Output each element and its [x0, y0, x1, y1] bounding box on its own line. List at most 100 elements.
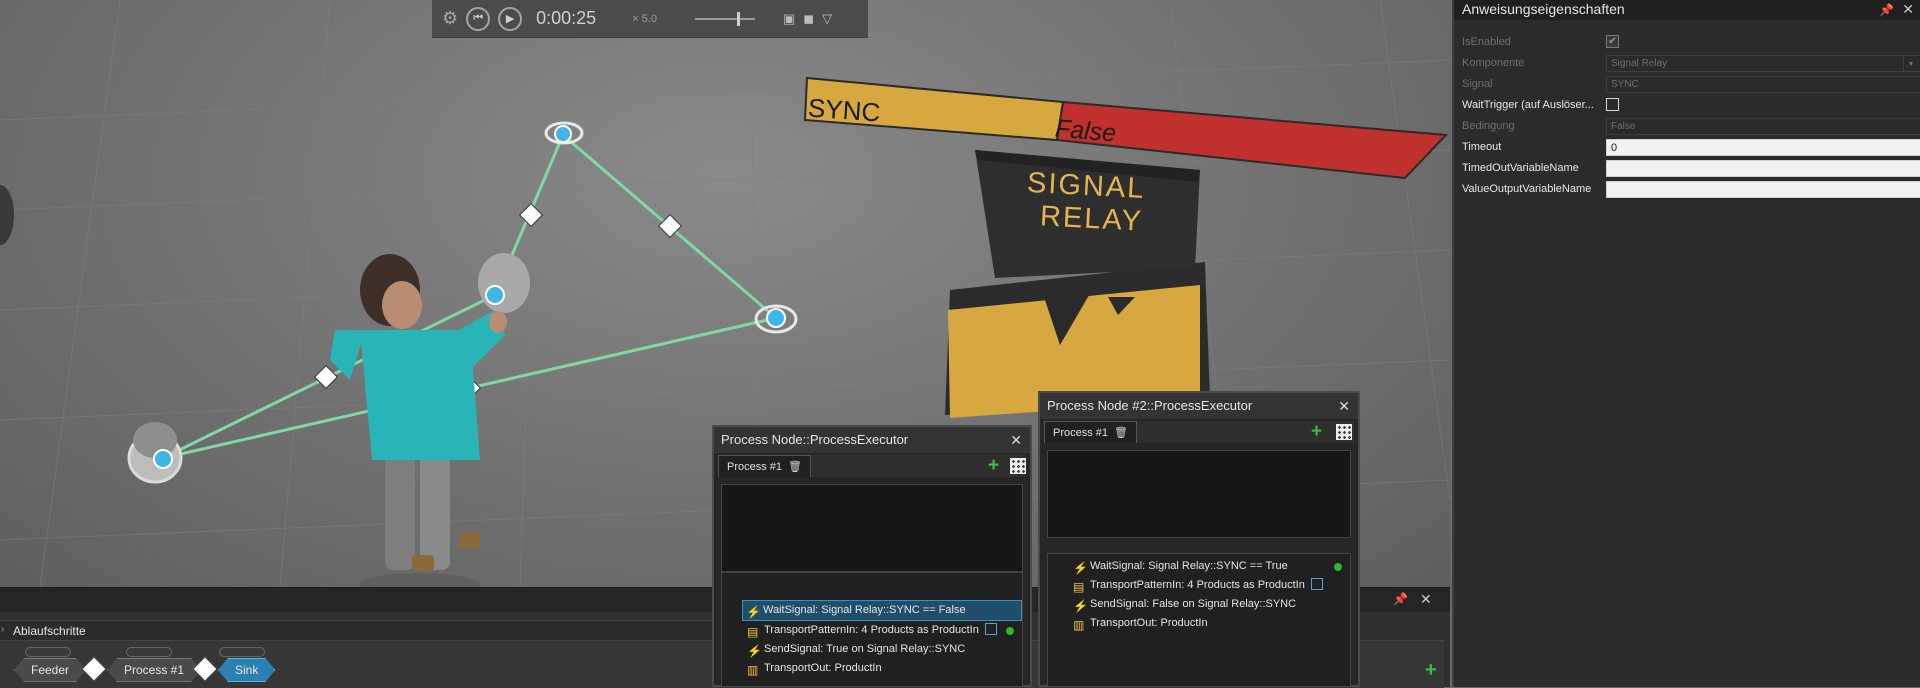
- tab-label: Process #1: [727, 461, 783, 473]
- process-blank-area: [1047, 450, 1351, 538]
- sync-banner-left-text: SYNC: [807, 92, 882, 128]
- window-title-bar[interactable]: Process Node::ProcessExecutor ✕: [714, 427, 1030, 453]
- status-dot-icon: [1334, 563, 1342, 571]
- operator-figure: [330, 254, 507, 587]
- process-step-item[interactable]: ⚡ SendSignal: False on Signal Relay::SYNC: [1048, 595, 1350, 614]
- property-row: TimedOutVariableName: [1454, 158, 1920, 179]
- trash-icon[interactable]: 🗑: [788, 461, 802, 473]
- window-title: Process Node::ProcessExecutor: [721, 432, 909, 447]
- transport-step-icon[interactable]: [81, 656, 107, 682]
- step-handle[interactable]: [219, 647, 265, 657]
- transport-out-icon: ▥: [747, 663, 759, 677]
- status-dot-icon: [1006, 627, 1014, 635]
- edit-pattern-icon[interactable]: [984, 623, 997, 635]
- signal-relay-label-2: RELAY: [1039, 200, 1144, 238]
- process-step-item[interactable]: ⚡ SendSignal: True on Signal Relay::SYNC: [722, 640, 1022, 659]
- grid-icon[interactable]: [1336, 424, 1352, 440]
- property-value-field[interactable]: [1606, 160, 1920, 177]
- process-step-list: ⚡ WaitSignal: Signal Relay::SYNC == False…: [721, 572, 1023, 687]
- process-executor-window-2: Process Node #2::ProcessExecutor ✕ Proce…: [1038, 391, 1360, 687]
- pin-icon[interactable]: 📌: [1393, 592, 1408, 606]
- add-process-button[interactable]: +: [988, 455, 999, 477]
- property-label: WaitTrigger (auf Auslöser...: [1462, 99, 1594, 111]
- sync-banner-right-text: False: [1053, 114, 1118, 148]
- property-row: WaitTrigger (auf Auslöser...: [1454, 95, 1920, 116]
- sequence-tab[interactable]: › Ablaufschritte: [0, 620, 712, 641]
- properties-panel: Anweisungseigenschaften 📌 ✕ IsEnabled ✔ Ko…: [1452, 0, 1920, 687]
- edit-pattern-icon[interactable]: [1310, 578, 1323, 590]
- close-icon[interactable]: ✕: [1338, 393, 1350, 419]
- playback-time: 0:00:25: [536, 8, 597, 28]
- property-value-field[interactable]: False: [1606, 118, 1920, 135]
- property-row: ValueOutputVariableName: [1454, 179, 1920, 200]
- image-capture-icon[interactable]: ▣: [783, 11, 795, 27]
- render-icon[interactable]: ▽: [822, 11, 832, 27]
- offscreen-object: [0, 185, 14, 245]
- process-step-label: SendSignal: False on Signal Relay::SYNC: [1090, 598, 1297, 610]
- process-step-label: TransportPatternIn: 4 Products as Produc…: [1090, 579, 1305, 591]
- property-label: Komponente: [1462, 57, 1525, 69]
- property-value: SYNC: [1611, 79, 1639, 90]
- transport-step-icon[interactable]: [192, 656, 218, 682]
- window-title: Process Node #2::ProcessExecutor: [1047, 398, 1253, 413]
- property-row: Signal SYNC: [1454, 74, 1920, 95]
- process-step-label: WaitSignal: Signal Relay::SYNC == False: [763, 604, 966, 616]
- property-label: Timeout: [1462, 141, 1502, 153]
- step-feeder[interactable]: Feeder: [14, 658, 86, 682]
- sink-node: [544, 121, 584, 145]
- step-handle[interactable]: [25, 647, 71, 657]
- process-step-item[interactable]: ⚡ WaitSignal: Signal Relay::SYNC == True: [1048, 557, 1350, 576]
- rewind-button[interactable]: ⏮: [466, 6, 491, 31]
- step-process-1[interactable]: Process #1: [107, 658, 201, 682]
- property-row: Bedingung False: [1454, 116, 1920, 137]
- play-button[interactable]: ▶: [498, 6, 523, 31]
- add-process-button[interactable]: +: [1311, 421, 1322, 443]
- process-tab-bar: Process #1 🗑 +: [1044, 421, 1354, 443]
- step-handle[interactable]: [126, 647, 172, 657]
- process-step-item[interactable]: ⚡ WaitSignal: Signal Relay::SYNC == False: [742, 600, 1022, 621]
- process-step-label: WaitSignal: Signal Relay::SYNC == True: [1090, 560, 1288, 572]
- process-step-item[interactable]: ▤ TransportPatternIn: 4 Products as Produ…: [1048, 576, 1350, 595]
- property-row: IsEnabled ✔: [1454, 32, 1920, 53]
- close-icon[interactable]: ✕: [1010, 427, 1022, 453]
- close-icon[interactable]: ✕: [1902, 0, 1914, 18]
- property-label: Signal: [1462, 78, 1493, 90]
- process-step-label: TransportPatternIn: 4 Products as Produc…: [764, 624, 979, 636]
- process-step-item[interactable]: ▥ TransportOut: ProductIn: [1048, 614, 1350, 633]
- add-step-button[interactable]: +: [1425, 659, 1437, 682]
- property-value-field[interactable]: 0: [1606, 139, 1920, 156]
- transport-out-icon: ▥: [1073, 618, 1085, 632]
- property-checkbox[interactable]: ✔: [1606, 35, 1619, 48]
- property-row: Komponente Signal Relay ▾: [1454, 53, 1920, 74]
- property-dropdown[interactable]: Signal Relay ▾: [1606, 55, 1920, 72]
- close-icon[interactable]: ✕: [1420, 591, 1432, 608]
- settings-gear-icon[interactable]: ⚙: [442, 8, 458, 29]
- property-label: TimedOutVariableName: [1462, 162, 1579, 174]
- property-value: 0: [1611, 142, 1618, 154]
- speed-slider-knob[interactable]: [736, 11, 740, 26]
- expand-arrow-icon[interactable]: ›: [1, 624, 4, 635]
- process-step-item[interactable]: ▤ TransportPatternIn: 4 Products as Produ…: [722, 621, 1022, 640]
- tab-process-1[interactable]: Process #1 🗑: [1044, 421, 1137, 443]
- trash-icon[interactable]: 🗑: [1114, 427, 1128, 439]
- speed-slider[interactable]: [694, 11, 755, 26]
- grid-icon[interactable]: [1010, 458, 1026, 474]
- process-blank-area: [721, 484, 1023, 572]
- wait-signal-icon: ⚡: [746, 605, 761, 619]
- property-checkbox[interactable]: [1606, 98, 1619, 111]
- pin-icon[interactable]: 📌: [1879, 1, 1894, 19]
- property-value-field[interactable]: [1606, 181, 1920, 198]
- tab-process-1[interactable]: Process #1 🗑: [718, 455, 811, 477]
- chevron-down-icon[interactable]: ▾: [1903, 56, 1918, 71]
- property-label: IsEnabled: [1462, 36, 1511, 48]
- process-node-2: [754, 304, 798, 334]
- process-node-1: [478, 253, 530, 313]
- property-value-field[interactable]: SYNC: [1606, 76, 1920, 93]
- step-sink[interactable]: Sink: [218, 658, 275, 682]
- playback-speed: × 5.0: [632, 12, 657, 25]
- window-title-bar[interactable]: Process Node #2::ProcessExecutor ✕: [1040, 393, 1358, 419]
- process-tab-bar: Process #1 🗑 +: [718, 455, 1026, 477]
- process-step-item[interactable]: ▥ TransportOut: ProductIn: [722, 659, 1022, 678]
- feeder-node: [127, 422, 183, 484]
- video-camera-icon[interactable]: ◼: [803, 11, 814, 27]
